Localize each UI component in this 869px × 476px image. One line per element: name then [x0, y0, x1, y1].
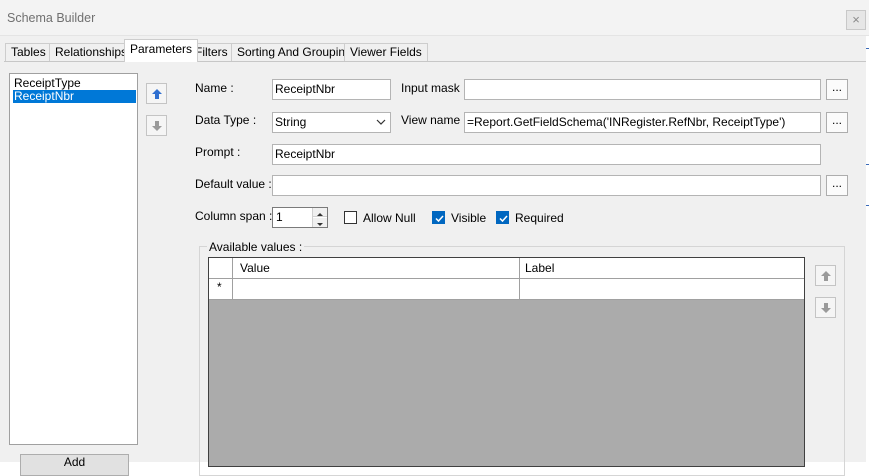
tab-relationships[interactable]: Relationships [49, 43, 134, 62]
column-header-value[interactable]: Value [240, 258, 270, 278]
input-mask-browse-button[interactable]: ... [826, 79, 848, 100]
prompt-field[interactable]: ReceiptNbr [272, 144, 821, 165]
view-name-browse-button[interactable]: ... [826, 112, 848, 133]
add-parameter-button[interactable]: Add [20, 454, 129, 476]
name-label: Name : [195, 81, 234, 95]
arrow-down-icon [821, 303, 831, 313]
tab-tables[interactable]: Tables [5, 43, 52, 62]
chevron-down-icon [376, 119, 386, 125]
prompt-label: Prompt : [195, 145, 241, 159]
tab-viewer-fields[interactable]: Viewer Fields [344, 43, 428, 62]
move-down-button[interactable] [146, 115, 167, 136]
arrow-up-icon [821, 271, 831, 281]
checkmark-icon [435, 215, 444, 223]
tab-parameters[interactable]: Parameters [124, 39, 199, 62]
stepper-up-button[interactable] [313, 208, 327, 217]
label-cell[interactable] [520, 279, 804, 299]
stepper-buttons [312, 208, 327, 227]
input-mask-label: Input mask : [401, 81, 467, 95]
data-type-select[interactable]: String [272, 112, 391, 133]
caret-down-icon [317, 223, 323, 226]
required-label[interactable]: Required [515, 211, 564, 225]
table-row[interactable]: * [209, 279, 804, 300]
column-divider [519, 258, 520, 278]
data-type-label: Data Type : [195, 113, 257, 127]
arrow-up-icon [152, 89, 162, 99]
column-span-label: Column span : [195, 209, 273, 223]
header-corner [209, 258, 233, 278]
column-header-label[interactable]: Label [525, 258, 554, 278]
checkmark-icon [499, 215, 508, 223]
values-move-down-button[interactable] [815, 297, 836, 318]
input-mask-field[interactable] [464, 79, 821, 100]
grid-header: Value Label [209, 258, 804, 279]
allow-null-label[interactable]: Allow Null [363, 211, 416, 225]
schema-builder-window: Schema Builder × Tables Relationships Pa… [0, 0, 869, 476]
values-move-up-button[interactable] [815, 265, 836, 286]
column-span-stepper[interactable]: 1 [272, 207, 328, 228]
available-values-grid[interactable]: Value Label * [208, 257, 805, 467]
list-item-receiptnbr[interactable]: ReceiptNbr [13, 90, 136, 103]
name-field[interactable]: ReceiptNbr [272, 79, 391, 100]
close-icon: × [852, 12, 860, 27]
default-value-browse-button[interactable]: ... [826, 175, 848, 196]
window-title: Schema Builder [7, 11, 96, 25]
parameter-list[interactable]: ReceiptType ReceiptNbr [9, 73, 138, 445]
default-value-field[interactable] [272, 175, 821, 196]
data-type-value: String [275, 115, 307, 129]
title-bar: Schema Builder × [0, 0, 869, 36]
visible-checkbox[interactable] [432, 211, 445, 224]
value-cell[interactable] [234, 279, 519, 299]
required-checkbox[interactable] [496, 211, 509, 224]
default-value-label: Default value : [195, 177, 272, 191]
new-row-header: * [209, 279, 233, 299]
view-name-field[interactable]: =Report.GetFieldSchema('INRegister.RefNb… [464, 112, 821, 133]
column-span-value: 1 [276, 210, 283, 224]
close-button[interactable]: × [846, 10, 866, 30]
allow-null-checkbox[interactable] [344, 211, 357, 224]
view-name-label: View name : [401, 113, 467, 127]
new-row-marker: * [217, 280, 222, 294]
visible-label[interactable]: Visible [451, 211, 486, 225]
move-up-button[interactable] [146, 83, 167, 104]
tab-sorting-and-grouping[interactable]: Sorting And Grouping [231, 43, 358, 62]
available-values-title: Available values : [207, 240, 305, 254]
stepper-down-button[interactable] [313, 218, 327, 227]
arrow-down-icon [152, 121, 162, 131]
